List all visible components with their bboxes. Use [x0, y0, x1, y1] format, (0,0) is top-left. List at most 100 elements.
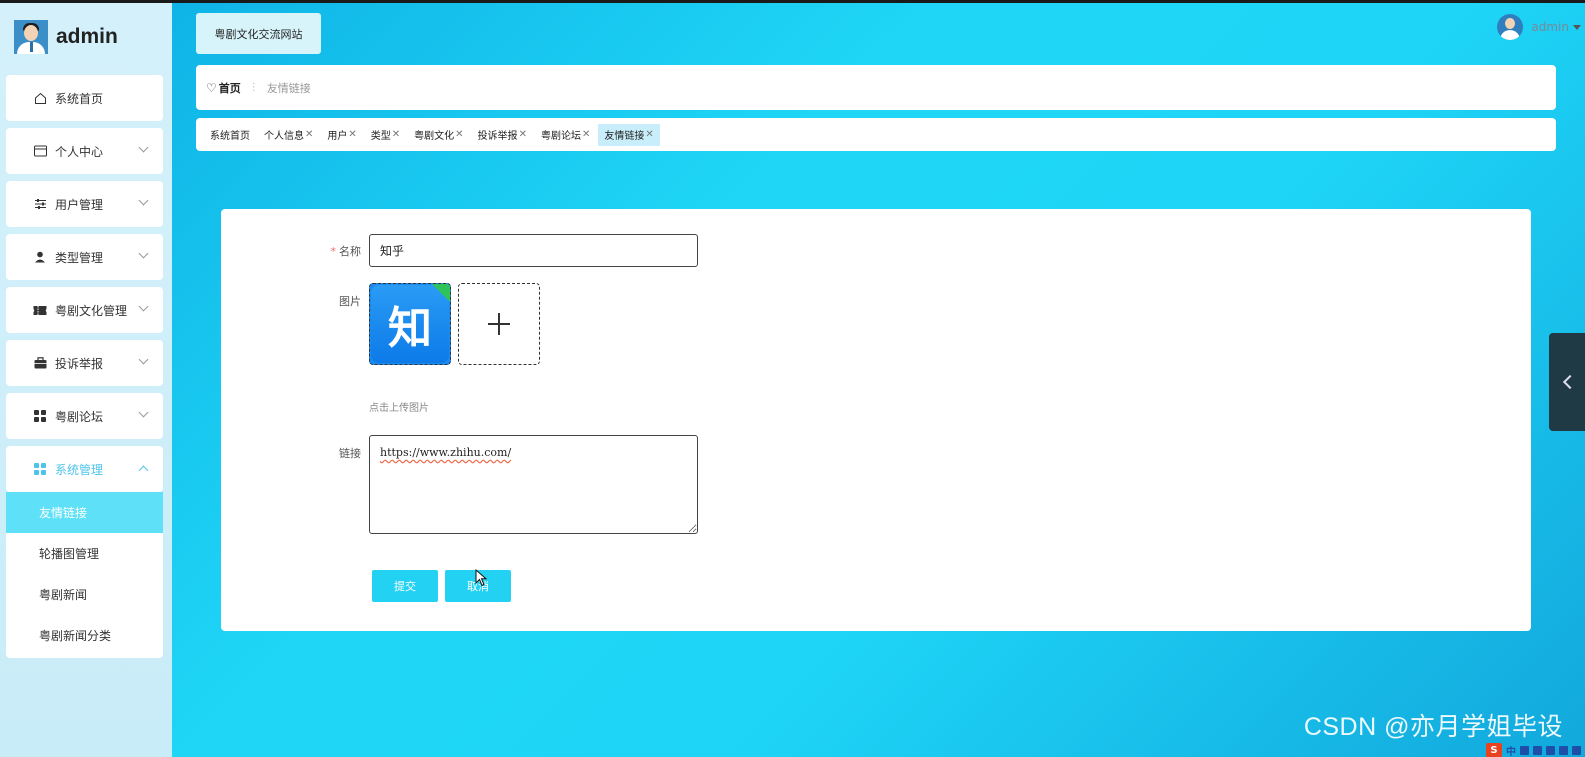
tab-forum[interactable]: 粤剧论坛 ✕	[535, 124, 596, 146]
tabs-bar: 系统首页 个人信息 ✕ 用户 ✕ 类型 ✕ 粤剧文化 ✕ 投诉举报 ✕ 粤剧论坛 ✕ 友情链…	[196, 118, 1556, 151]
sidebar-item-label: 系统首页	[55, 91, 104, 106]
chevron-down-icon	[138, 195, 149, 206]
user-menu[interactable]: admin	[1497, 13, 1585, 41]
chevron-down-icon	[138, 248, 149, 259]
sidebar-item-label: 类型管理	[55, 250, 104, 265]
uploaded-image[interactable]: 知	[369, 283, 451, 365]
sidebar-item-complaints[interactable]: 投诉举报	[6, 340, 163, 386]
side-panel-toggle[interactable]	[1549, 333, 1585, 431]
grid-icon	[33, 409, 47, 423]
ime-grid-icon[interactable]	[1572, 745, 1581, 755]
home-icon	[33, 91, 47, 105]
submenu-item-carousel[interactable]: 轮播图管理	[6, 533, 163, 574]
sidebar-item-label: 粤剧文化管理	[55, 303, 128, 318]
tab-home[interactable]: 系统首页	[204, 124, 256, 146]
tab-culture[interactable]: 粤剧文化 ✕	[408, 124, 469, 146]
sidebar: admin 系统首页 个人中心 用户管理 类型管理 粤剧文化管理 投诉举报 粤剧…	[0, 3, 172, 757]
chevron-left-icon	[1562, 374, 1578, 390]
submenu-item-friend-links[interactable]: 友情链接	[6, 492, 163, 533]
friend-link-form: *名称 图片 知 点击上传图片 链接 https://www.zhihu.com…	[221, 209, 1531, 631]
tab-type[interactable]: 类型 ✕	[365, 124, 406, 146]
tab-label: 系统首页	[210, 131, 250, 142]
sidebar-item-user-management[interactable]: 用户管理	[6, 181, 163, 227]
card-icon	[33, 144, 47, 158]
tab-label: 粤剧论坛	[540, 131, 581, 142]
briefcase-icon	[33, 356, 47, 370]
brand: admin	[14, 19, 118, 55]
close-icon[interactable]: ✕	[348, 129, 356, 140]
sidebar-item-personal-center[interactable]: 个人中心	[6, 128, 163, 174]
ticket-icon	[33, 303, 47, 317]
tab-friend-links[interactable]: 友情链接 ✕	[598, 123, 660, 146]
close-icon[interactable]: ✕	[645, 129, 653, 140]
submenu-item-news[interactable]: 粤剧新闻	[6, 574, 163, 615]
required-mark: *	[330, 245, 337, 258]
ime-skin-icon[interactable]	[1559, 745, 1568, 755]
image-label: 图片	[339, 295, 361, 308]
ime-logo-icon: S	[1486, 743, 1502, 757]
tab-label: 粤剧文化	[414, 131, 455, 142]
site-title: 粤剧文化交流网站	[196, 13, 321, 54]
tab-label: 友情链接	[604, 131, 645, 142]
watermark: CSDN @亦月学姐毕设	[1303, 713, 1563, 741]
tab-complaints[interactable]: 投诉举报 ✕	[472, 124, 533, 146]
system-submenu: 友情链接 轮播图管理 粤剧新闻 粤剧新闻分类	[6, 492, 163, 658]
sidebar-item-label: 系统管理	[55, 462, 104, 477]
ime-punct-icon[interactable]	[1520, 745, 1529, 755]
link-textarea[interactable]: https://www.zhihu.com/	[369, 435, 698, 534]
link-label: 链接	[339, 447, 361, 460]
breadcrumb-separator-icon: ⋮	[248, 82, 259, 93]
tab-label: 投诉举报	[477, 131, 518, 142]
sidebar-item-label: 用户管理	[55, 197, 104, 212]
sliders-icon	[33, 197, 47, 211]
submenu-item-news-category[interactable]: 粤剧新闻分类	[6, 615, 163, 656]
name-input[interactable]	[369, 234, 698, 267]
sidebar-item-type-management[interactable]: 类型管理	[6, 234, 163, 280]
brand-avatar	[14, 20, 48, 54]
chevron-up-icon	[138, 465, 149, 476]
user-name: admin	[1531, 20, 1569, 34]
upload-tip: 点击上传图片	[369, 403, 429, 414]
breadcrumb-current: 友情链接	[266, 81, 311, 95]
chevron-down-icon	[138, 354, 149, 365]
sidebar-item-system-management[interactable]: 系统管理	[6, 446, 163, 492]
image-upload-button[interactable]	[458, 283, 540, 365]
ime-mic-icon[interactable]	[1533, 745, 1542, 755]
close-icon[interactable]: ✕	[392, 129, 400, 140]
breadcrumb-home[interactable]: 首页	[219, 80, 241, 96]
ime-keyboard-icon[interactable]	[1546, 745, 1555, 755]
tab-label: 用户	[327, 131, 348, 142]
success-corner-icon	[432, 284, 450, 302]
sidebar-item-forum[interactable]: 粤剧论坛	[6, 393, 163, 439]
user-avatar	[1497, 14, 1524, 40]
name-label: * 名称	[330, 245, 362, 258]
tab-label: 个人信息	[264, 131, 304, 142]
close-icon[interactable]: ✕	[519, 129, 527, 140]
brand-title: admin	[56, 25, 118, 48]
main-area: 粤剧文化交流网站 admin ♡ 首页 ⋮ 友情链接 系统首页 个人信息 ✕ 用户…	[172, 3, 1585, 757]
caret-down-icon	[1573, 24, 1581, 30]
close-icon[interactable]: ✕	[455, 129, 463, 140]
ime-mode[interactable]: 中	[1506, 743, 1516, 757]
sidebar-item-label: 粤剧论坛	[55, 409, 104, 424]
heart-icon: ♡	[206, 80, 217, 95]
grid-icon	[33, 462, 47, 476]
sidebar-menu: 系统首页 个人中心 用户管理 类型管理 粤剧文化管理 投诉举报 粤剧论坛 系统管…	[6, 75, 163, 658]
close-icon[interactable]: ✕	[305, 129, 313, 140]
close-icon[interactable]: ✕	[582, 129, 590, 140]
sidebar-item-label: 个人中心	[55, 144, 104, 159]
chevron-down-icon	[138, 142, 149, 153]
tab-user[interactable]: 用户 ✕	[321, 124, 362, 146]
ime-toolbar: S 中	[1486, 743, 1581, 757]
submit-button[interactable]: 提交	[372, 570, 438, 602]
tab-label: 类型	[370, 131, 391, 142]
tab-personal-info[interactable]: 个人信息 ✕	[258, 124, 319, 146]
breadcrumb: ♡ 首页 ⋮ 友情链接	[196, 65, 1556, 110]
chevron-down-icon	[138, 301, 149, 312]
sidebar-item-home[interactable]: 系统首页	[6, 75, 163, 121]
person-icon	[33, 250, 47, 264]
sidebar-item-label: 投诉举报	[55, 356, 104, 371]
sidebar-item-culture-management[interactable]: 粤剧文化管理	[6, 287, 163, 333]
chevron-down-icon	[138, 407, 149, 418]
plus-icon	[488, 313, 510, 335]
